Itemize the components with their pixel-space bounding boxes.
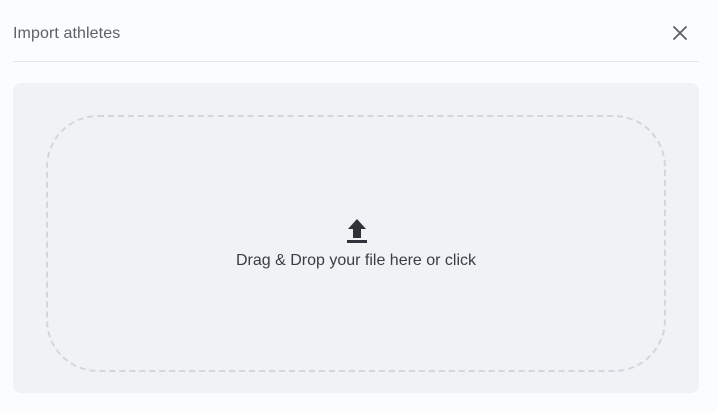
dialog-title: Import athletes (13, 25, 121, 42)
import-athletes-dialog: Import athletes Drag & Drop your file he… (0, 0, 717, 412)
close-button[interactable] (669, 22, 691, 44)
dialog-header: Import athletes (13, 0, 699, 62)
upload-icon (346, 217, 368, 245)
dropzone-instruction: Drag & Drop your file here or click (235, 252, 477, 269)
file-dropzone[interactable]: Drag & Drop your file here or click (46, 115, 666, 372)
close-icon (673, 26, 687, 40)
upload-panel: Drag & Drop your file here or click (13, 83, 699, 393)
